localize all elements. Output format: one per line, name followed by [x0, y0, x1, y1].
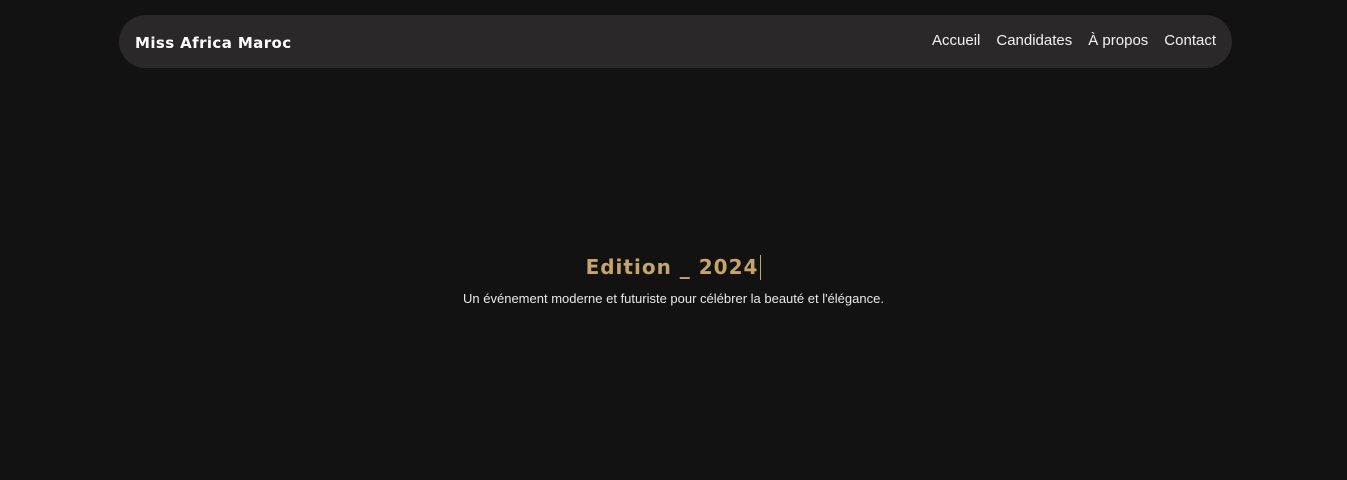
hero-subtitle: Un événement moderne et futuriste pour c… — [463, 291, 884, 306]
nav-link-a-propos[interactable]: À propos — [1088, 32, 1148, 49]
hero-section: Edition _ 2024 Un événement moderne et f… — [0, 250, 1347, 306]
nav-link-contact[interactable]: Contact — [1164, 32, 1216, 49]
hero-title-wrap: Edition _ 2024 — [586, 250, 762, 284]
nav-link-accueil[interactable]: Accueil — [932, 32, 980, 49]
nav-links: Accueil Candidates À propos Contact — [932, 32, 1216, 49]
nav-link-candidates[interactable]: Candidates — [996, 32, 1072, 49]
site-brand[interactable]: Miss Africa Maroc — [135, 34, 292, 52]
hero-title: Edition _ 2024 — [585, 255, 759, 279]
navbar: Miss Africa Maroc Accueil Candidates À p… — [119, 15, 1232, 68]
typing-cursor — [760, 254, 762, 280]
